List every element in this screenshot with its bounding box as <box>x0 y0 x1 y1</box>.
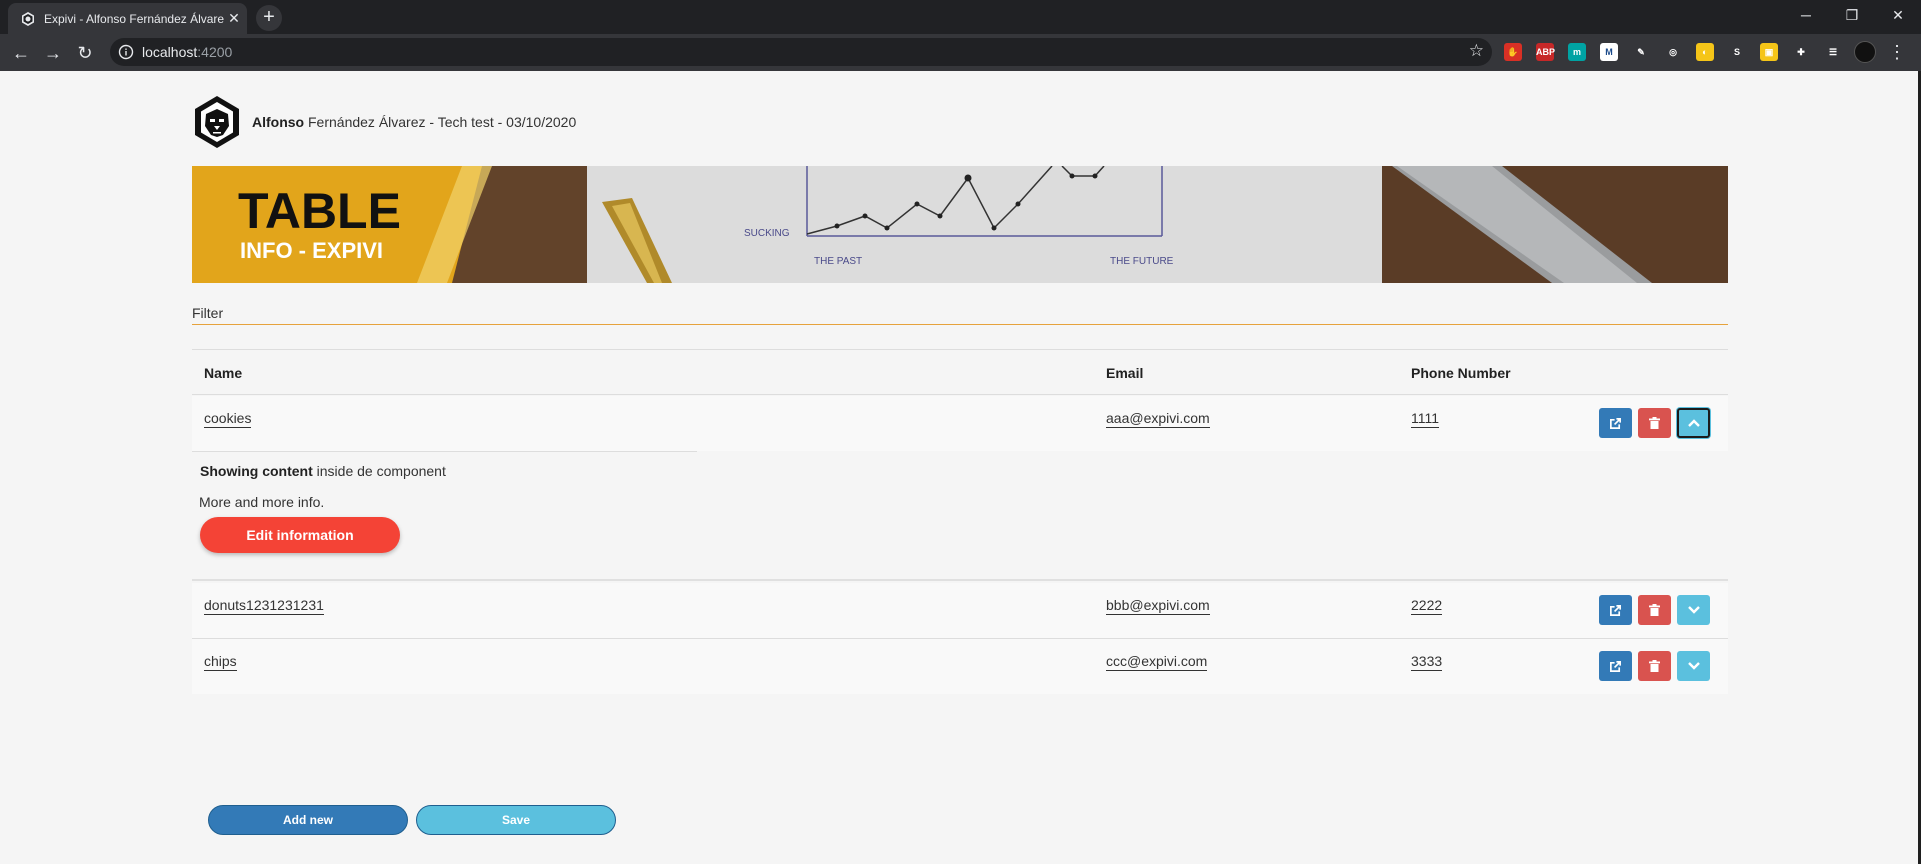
close-window-icon[interactable]: ✕ <box>1875 0 1921 30</box>
row-email[interactable]: aaa@expivi.com <box>1106 410 1210 428</box>
open-external-button[interactable] <box>1599 595 1632 625</box>
table-row: chips ccc@expivi.com 3333 <box>192 639 1728 694</box>
chevron-up-icon <box>1687 419 1700 427</box>
delete-button[interactable] <box>1638 408 1671 438</box>
column-header-email: Email <box>1106 365 1144 381</box>
delete-button[interactable] <box>1638 651 1671 681</box>
puzzle-extensions-icon[interactable]: ✚ <box>1792 43 1810 61</box>
reading-list-icon[interactable]: ☰ <box>1824 43 1842 61</box>
info-icon <box>118 44 134 60</box>
trash-icon <box>1649 604 1660 616</box>
m-extension-icon[interactable]: m <box>1568 43 1586 61</box>
browser-toolbar: ← → ↻ localhost:4200 ☆ ✋ ABP m M ✎ ◎ ◐ S ▣ ✚ ☰ ⋮ <box>0 34 1921 71</box>
divider <box>192 579 1728 581</box>
column-header-phone: Phone Number <box>1411 365 1511 381</box>
external-link-icon <box>1610 604 1621 616</box>
column-header-name: Name <box>204 365 243 381</box>
s-extension-icon[interactable]: S <box>1728 43 1746 61</box>
delete-button[interactable] <box>1638 595 1671 625</box>
tab-title: Expivi - Alfonso Fernández Álvarez <box>44 12 224 26</box>
menu-kebab-icon[interactable]: ⋮ <box>1888 41 1906 63</box>
table-header: Name Email Phone Number <box>192 349 1728 395</box>
expand-row-button[interactable] <box>1677 651 1710 681</box>
minimize-icon[interactable]: ─ <box>1783 0 1829 30</box>
save-button[interactable]: Save <box>416 805 616 835</box>
browser-tab[interactable]: Expivi - Alfonso Fernández Álvarez ✕ <box>8 3 247 34</box>
adblock-plus-icon[interactable]: ABP <box>1536 43 1555 61</box>
banner-chart-x-right: THE FUTURE <box>1110 256 1174 267</box>
collapse-row-button[interactable] <box>1677 408 1710 438</box>
row-name[interactable]: cookies <box>204 410 252 428</box>
edit-information-button[interactable]: Edit information <box>200 517 400 553</box>
expanded-heading: Showing content inside de component <box>200 463 446 479</box>
profile-avatar[interactable] <box>1854 41 1876 63</box>
stop-hand-icon[interactable]: ✋ <box>1504 43 1522 61</box>
row-phone[interactable]: 1111 <box>1411 410 1440 428</box>
expanded-row-content: Showing content inside de component More… <box>192 451 1728 581</box>
table-row: cookies aaa@expivi.com 1111 <box>192 396 1728 451</box>
banner-chart-left-label: SUCKING <box>744 228 790 239</box>
url-text: localhost:4200 <box>142 44 233 60</box>
chevron-down-icon <box>1687 662 1700 670</box>
external-link-icon <box>1610 660 1621 672</box>
pen-extension-icon[interactable]: ✎ <box>1632 43 1650 61</box>
banner-chart-x-left: THE PAST <box>814 256 862 267</box>
row-email[interactable]: ccc@expivi.com <box>1106 653 1208 671</box>
row-name[interactable]: donuts1231231231 <box>204 597 324 615</box>
hero-banner: TABLE INFO - EXPIVI SUCKING THE PAST THE… <box>192 166 1728 283</box>
new-tab-button[interactable]: + <box>256 5 282 31</box>
reload-icon[interactable]: ↻ <box>72 40 98 66</box>
row-email[interactable]: bbb@expivi.com <box>1106 597 1210 615</box>
close-tab-icon[interactable]: ✕ <box>226 10 242 26</box>
address-bar[interactable]: localhost:4200 ☆ <box>110 38 1492 66</box>
moon-extension-icon[interactable]: ◐ <box>1696 43 1714 61</box>
open-external-button[interactable] <box>1599 408 1632 438</box>
forward-icon[interactable]: → <box>40 40 66 66</box>
chevron-down-icon <box>1687 606 1700 614</box>
filter-field <box>192 301 1728 325</box>
row-name[interactable]: chips <box>204 653 237 671</box>
add-new-button[interactable]: Add new <box>208 805 408 835</box>
lion-logo-icon <box>195 96 239 148</box>
back-icon[interactable]: ← <box>8 40 34 66</box>
banner-title: TABLE <box>238 183 401 239</box>
trash-icon <box>1649 417 1660 429</box>
banner-subtitle: INFO - EXPIVI <box>240 238 383 263</box>
target-extension-icon[interactable]: ◎ <box>1664 43 1682 61</box>
restore-icon[interactable]: ❐ <box>1829 0 1875 30</box>
flag-extension-icon[interactable]: ▣ <box>1760 43 1778 61</box>
row-phone[interactable]: 2222 <box>1411 597 1443 615</box>
bookmark-star-icon[interactable]: ☆ <box>1469 41 1484 61</box>
mw-extension-icon[interactable]: M <box>1600 43 1618 61</box>
table-row: donuts1231231231 bbb@expivi.com 2222 <box>192 583 1728 638</box>
expanded-description: More and more info. <box>199 494 325 510</box>
row-phone[interactable]: 3333 <box>1411 653 1443 671</box>
lion-logo-icon <box>22 12 34 26</box>
page-title: Alfonso Fernández Álvarez - Tech test - … <box>252 114 577 130</box>
filter-input[interactable] <box>192 301 1728 324</box>
open-external-button[interactable] <box>1599 651 1632 681</box>
external-link-icon <box>1610 417 1621 429</box>
divider <box>192 451 697 452</box>
expand-row-button[interactable] <box>1677 595 1710 625</box>
trash-icon <box>1649 660 1660 672</box>
browser-tab-bar: Expivi - Alfonso Fernández Álvarez ✕ + ─… <box>0 0 1921 34</box>
